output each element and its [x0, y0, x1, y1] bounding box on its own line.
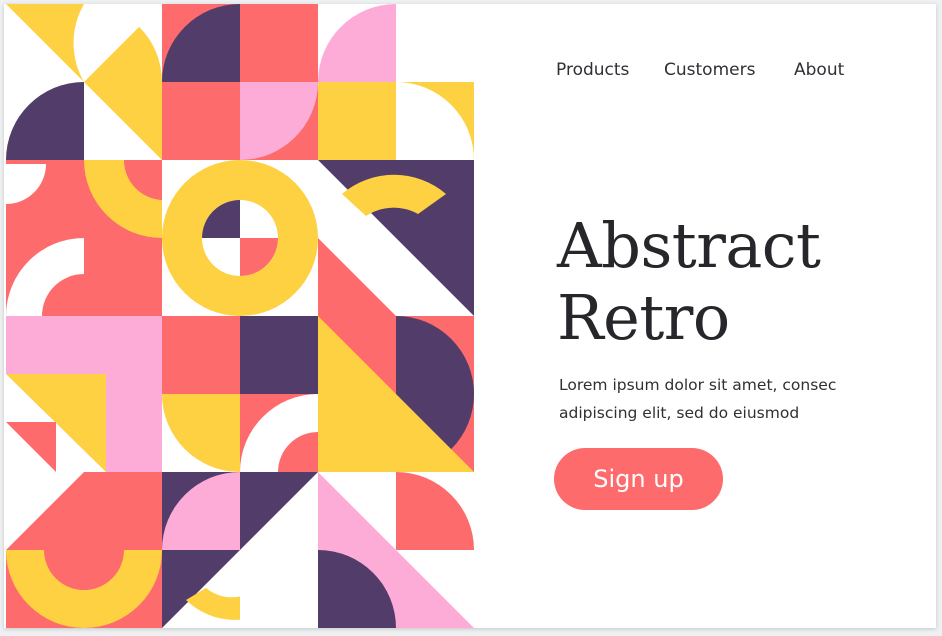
hero-title-line-1: Abstract [557, 209, 821, 282]
nav-link-customers[interactable]: Customers [664, 60, 755, 80]
landing-page: Products Customers About Abstract Retro … [4, 4, 936, 628]
hero-title-line-2: Retro [557, 281, 730, 354]
nav-link-products[interactable]: Products [556, 60, 629, 80]
sign-up-button[interactable]: Sign up [554, 448, 723, 510]
hero-subtitle: Lorem ipsum dolor sit amet, consec adipi… [559, 371, 879, 427]
hero-title: Abstract Retro [557, 209, 821, 354]
hero-subtitle-line-1: Lorem ipsum dolor sit amet, consec [559, 376, 837, 394]
nav-link-about[interactable]: About [794, 60, 844, 80]
geometric-pattern-illustration [6, 4, 474, 628]
hero-subtitle-line-2: adipiscing elit, sed do eiusmod [559, 404, 800, 422]
